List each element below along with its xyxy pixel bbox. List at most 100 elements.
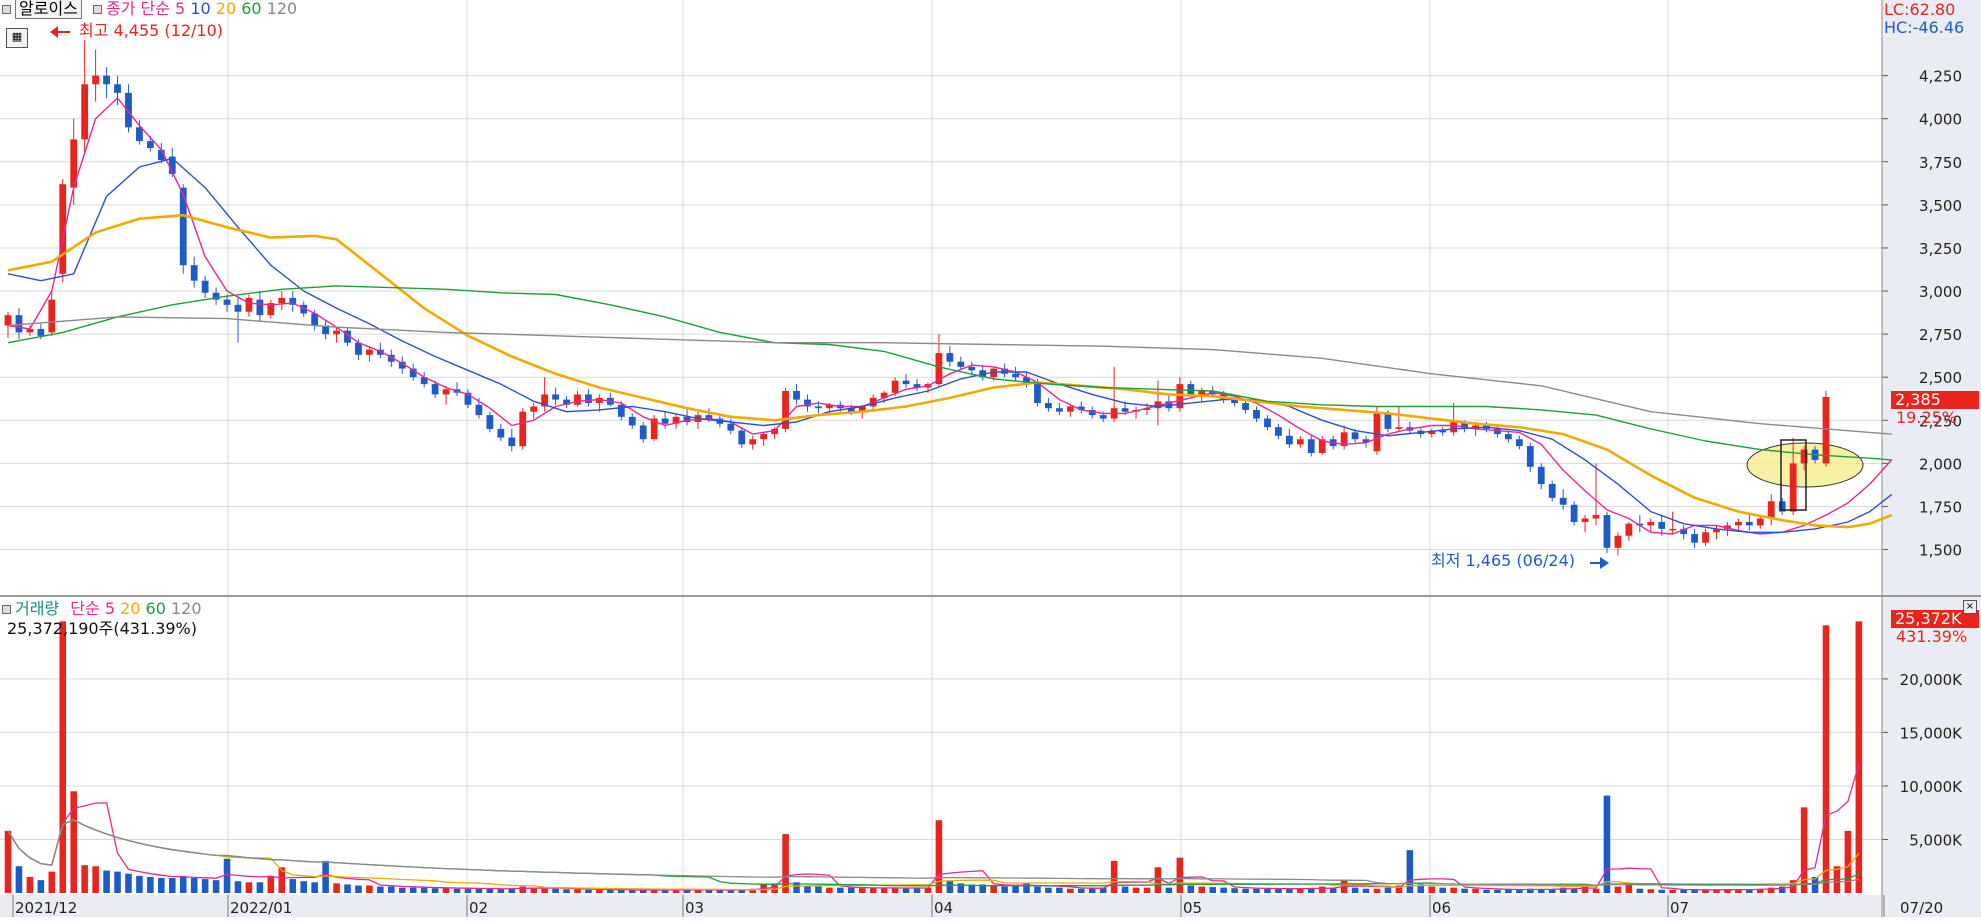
low-annotation: 최저 1,465 (06/24) — [1431, 551, 1576, 570]
candle-body — [1099, 415, 1107, 419]
volume-bar — [1318, 886, 1326, 893]
candle-body — [201, 280, 209, 293]
volume-bar — [1253, 888, 1260, 893]
date-tick-label: 2021/12 — [15, 899, 77, 917]
volume-bar — [1001, 886, 1008, 893]
volume-bar — [1242, 888, 1249, 893]
candle-body — [1307, 439, 1315, 454]
ma-toggle-icon[interactable] — [92, 5, 102, 14]
ma-period-20: 20 — [215, 0, 237, 18]
volume-bar — [1056, 887, 1063, 893]
candle-body — [1034, 384, 1041, 404]
volume-bar — [1143, 887, 1151, 893]
candle-body — [1242, 403, 1249, 410]
volume-bar — [1012, 885, 1019, 893]
volume-bar — [245, 882, 253, 893]
volume-bar — [1625, 884, 1633, 893]
grid-table-icon[interactable]: ▦ — [6, 28, 28, 48]
volume-bar — [519, 886, 527, 893]
candle-body — [81, 84, 89, 140]
candle-body — [1515, 439, 1523, 447]
candle-body — [749, 439, 757, 445]
volume-bar — [1165, 887, 1173, 893]
volume-bar — [552, 888, 559, 893]
candle-body — [1822, 397, 1830, 464]
date-tick-label: 07/20 — [1900, 899, 1943, 917]
volume-bar — [409, 887, 417, 893]
candle-body — [366, 349, 373, 355]
candle-body — [431, 384, 439, 395]
volume-bar — [1373, 888, 1381, 893]
date-tick-label: 03 — [685, 899, 704, 917]
volume-bar — [1110, 860, 1118, 893]
candle-body — [1526, 446, 1534, 467]
volume-bar — [1680, 889, 1687, 893]
candle-body — [793, 390, 800, 400]
candle-body — [727, 423, 735, 431]
candle-body — [245, 297, 253, 312]
candle-body — [1198, 390, 1206, 395]
date-tick-label: 07 — [1670, 899, 1689, 917]
candle-body — [278, 297, 286, 304]
volume-ma-20: 20 — [120, 599, 141, 618]
volume-bar — [913, 888, 921, 893]
volume-bar — [574, 889, 581, 893]
candle-body — [1505, 434, 1512, 440]
candle-body — [574, 394, 581, 405]
volume-toggle-icon[interactable] — [2, 605, 11, 614]
volume-ma-60: 60 — [145, 599, 166, 618]
volume-bar — [858, 888, 866, 893]
volume-bar — [1154, 867, 1162, 893]
volume-bar — [486, 888, 494, 893]
volume-bar — [815, 886, 822, 893]
price-tick-label: 1,750 — [1919, 498, 1962, 516]
volume-bar — [267, 876, 275, 893]
stock-name-label[interactable]: 알로이스 — [15, 0, 82, 19]
close-icon[interactable]: × — [1963, 600, 1977, 614]
candle-body — [223, 299, 231, 305]
volume-bar — [628, 890, 636, 893]
volume-bar — [1855, 621, 1863, 893]
price-tick-label: 2,000 — [1919, 455, 1962, 473]
volume-bar — [596, 889, 603, 893]
candle-body — [1012, 373, 1019, 378]
volume-bar — [1351, 887, 1359, 893]
candle-body — [815, 406, 822, 409]
candle-body — [37, 328, 45, 336]
candle-body — [1275, 427, 1282, 436]
candle-body — [1592, 515, 1600, 519]
volume-ma-5: 5 — [104, 599, 115, 618]
panel-toggle-icon[interactable] — [2, 5, 11, 14]
candle-body — [552, 394, 559, 400]
candle-body — [497, 428, 505, 438]
date-tick-label: 05 — [1183, 899, 1202, 917]
volume-bar — [190, 878, 198, 893]
ma-period-10: 10 — [190, 0, 211, 18]
volume-bar — [1844, 830, 1852, 893]
volume-bar — [464, 888, 472, 893]
volume-bar — [388, 886, 395, 893]
volume-bar — [705, 890, 713, 893]
volume-bar — [136, 875, 143, 893]
candle-body — [486, 415, 494, 429]
candle-body — [1734, 521, 1742, 526]
ma-period-5: 5 — [175, 0, 186, 18]
volume-bar — [333, 883, 340, 893]
volume-bar — [1450, 887, 1457, 893]
candle-body — [1121, 408, 1129, 412]
volume-bar — [300, 881, 307, 893]
volume-bar — [420, 887, 428, 893]
candle-body — [617, 404, 625, 417]
candle-body — [333, 330, 340, 335]
volume-ma-prefix: 단순 — [70, 599, 100, 618]
candle-body — [1055, 408, 1063, 412]
ma-prefix-label: 종가 단순 — [105, 0, 170, 18]
last-price-value: 2,385 — [1895, 390, 1941, 409]
volume-bar — [1647, 889, 1655, 893]
volume-bar — [114, 871, 121, 893]
volume-bar — [497, 889, 505, 893]
candle-body — [1264, 418, 1271, 428]
volume-bar — [1658, 889, 1666, 893]
volume-bar — [1494, 889, 1501, 893]
volume-bar — [355, 885, 362, 893]
